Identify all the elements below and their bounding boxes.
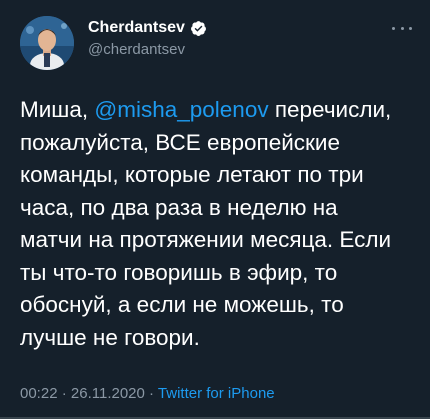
meta-separator: · xyxy=(144,385,158,402)
more-dot-icon xyxy=(409,26,412,30)
more-options-icon[interactable] xyxy=(392,22,412,34)
tweet-line: пожалуйста, ВСЕ европейские xyxy=(20,129,340,155)
tweet-line: лучше не говори. xyxy=(20,324,200,350)
tweet-line: часа, по два раза в неделю на xyxy=(20,194,338,220)
tweet-card: Cherdantsev @cherdantsev Миша, @misha_po… xyxy=(0,0,430,419)
tweet-line: матчи на протяжении месяца. Если xyxy=(20,227,392,252)
author-block: Cherdantsev @cherdantsev xyxy=(88,18,207,60)
avatar[interactable] xyxy=(20,16,74,70)
more-dot-icon xyxy=(392,26,395,30)
name-row: Cherdantsev xyxy=(88,18,207,38)
avatar-image xyxy=(20,16,74,70)
meta-separator: · xyxy=(57,385,71,402)
tweet-line: обоснуй, а если не можешь, то xyxy=(20,292,344,317)
tweet-text-segment: Миша, xyxy=(20,97,95,122)
tweet-text-segment: перечисли, xyxy=(268,97,392,122)
tweet-line: ты что-то говоришь в эфир, то xyxy=(20,259,338,285)
verified-badge-icon xyxy=(190,20,207,37)
author-display-name[interactable]: Cherdantsev xyxy=(88,18,185,38)
tweet-line: команды, которые летают по три xyxy=(20,162,364,187)
tweet-time[interactable]: 00:22 xyxy=(20,385,58,402)
tweet-line: Миша, @misha_polenov перечисли, xyxy=(20,94,415,127)
tweet-date[interactable]: 26.11.2020 xyxy=(71,385,145,402)
tweet-metadata: 00:22 · 26.11.2020 · Twitter for iPhone xyxy=(20,384,275,404)
author-handle[interactable]: @cherdantsev xyxy=(88,40,207,60)
tweet-text: Миша, @misha_polenov перечисли, пожалуйс… xyxy=(20,94,415,354)
tweet-source-link[interactable]: Twitter for iPhone xyxy=(158,385,275,402)
more-dot-icon xyxy=(400,26,404,30)
mention-link[interactable]: @misha_polenov xyxy=(94,97,268,122)
